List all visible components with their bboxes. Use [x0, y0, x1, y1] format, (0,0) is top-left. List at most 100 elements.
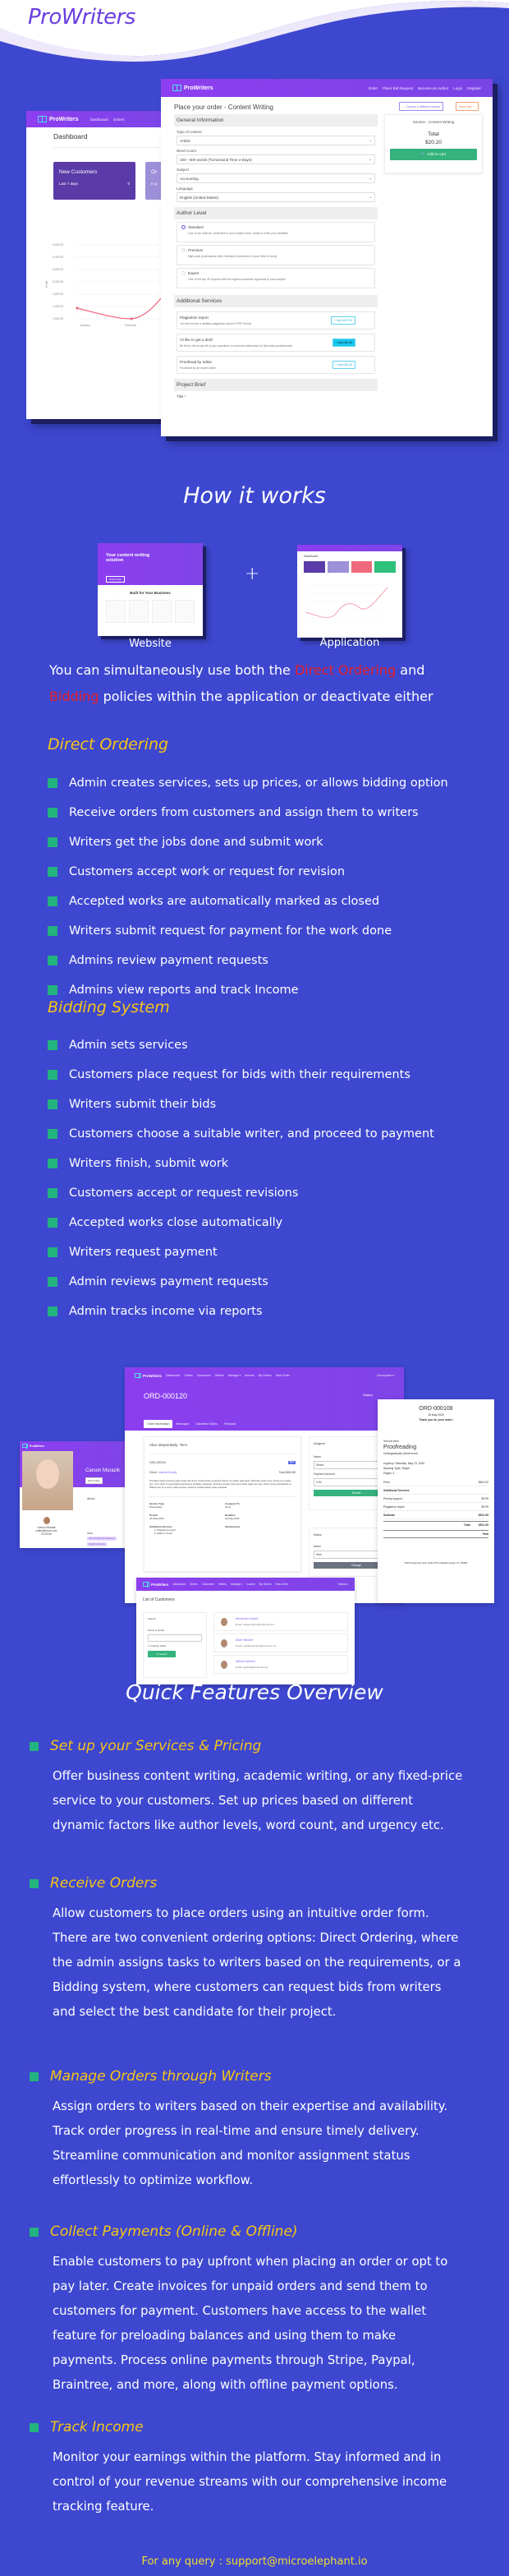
cart-icon: 🛒: [420, 152, 428, 157]
invoice-pages: Pages: 4: [383, 1472, 395, 1475]
nav-login[interactable]: Login: [453, 86, 462, 90]
chevron-down-icon: ⌄: [369, 176, 372, 180]
nav-writers[interactable]: Writers: [218, 1583, 227, 1586]
feature-title: Track Income: [50, 2419, 144, 2435]
tab-financial[interactable]: Financial: [221, 1420, 239, 1428]
customer-email: Email: deckow.afton@example.com: [236, 1623, 275, 1626]
bidding-system-list: Admin sets services Customers place reque…: [48, 1030, 434, 1326]
radio-selected-icon[interactable]: [181, 225, 186, 230]
nav-orders[interactable]: Orders: [184, 1374, 193, 1377]
tab-messages[interactable]: Messages: [172, 1420, 192, 1428]
customer-name-link[interactable]: Allan Steuber: [236, 1638, 276, 1642]
search-heading: Search: [148, 1617, 156, 1620]
direct-ordering-item: Accepted works are automatically marked …: [48, 887, 448, 916]
bullet-square-icon: [48, 896, 57, 906]
word-count-select[interactable]: 100 - 500 words (Turnaround Time 2 Days)…: [177, 154, 375, 164]
feature-description: Assign orders to writers based on their …: [53, 2099, 448, 2187]
additional-services-heading: Additional Services: [174, 295, 378, 307]
nav-manage[interactable]: Manage ▾: [231, 1583, 242, 1586]
profile-photo: [22, 1451, 73, 1510]
view-cart-button[interactable]: View Cart →: [456, 102, 479, 111]
add-proofread-button[interactable]: + Add $6.06: [332, 361, 355, 369]
radio-icon[interactable]: [181, 271, 186, 276]
stat-card: [327, 561, 349, 573]
direct-ordering-title: Direct Ordering: [48, 735, 169, 753]
invoice-screenshot: ORD-000108 18 May 2020 Thank you for you…: [378, 1399, 494, 1603]
service-name: Proofread by editor: [180, 360, 213, 364]
nav-order[interactable]: Order: [369, 86, 378, 90]
subject-select[interactable]: Accounting ⌄: [177, 173, 375, 183]
inactive-users-checkbox[interactable]: ☐ Inactive Users: [148, 1644, 202, 1647]
nav-new-order[interactable]: New Order: [276, 1583, 288, 1586]
bidding-system-item: Writers request payment: [48, 1237, 434, 1267]
nav-customers[interactable]: Customers: [197, 1374, 211, 1377]
book-icon: [135, 1373, 141, 1379]
order-info-card: Alice desperately: 'he's. ORD-000120 New …: [144, 1436, 301, 1572]
customer-name-link[interactable]: Alexander Hauck: [236, 1617, 275, 1620]
feature-title: Collect Payments (Online & Offline): [50, 2223, 298, 2240]
nav-register[interactable]: Register: [467, 86, 481, 90]
profit-line: [76, 283, 174, 320]
order-summary: Service : Content Writing Total $20.20 🛒…: [384, 114, 483, 173]
search-input[interactable]: [148, 1634, 202, 1642]
add-plagiarism-button[interactable]: + Add $29.99: [330, 316, 355, 325]
radio-icon[interactable]: [181, 248, 186, 253]
nav-manage[interactable]: Manage ▾: [228, 1374, 241, 1377]
nav-writers[interactable]: Writers: [215, 1374, 224, 1377]
author-level-expert[interactable]: Expert One of the top 30 experts with th…: [177, 268, 375, 288]
x-tick: February: [125, 324, 136, 327]
user-menu[interactable]: Concepcion ▾: [377, 1374, 394, 1377]
bullet-square-icon: [48, 808, 57, 818]
intro-highlight-direct: Direct Ordering: [294, 662, 397, 678]
nav-customers[interactable]: Customers: [202, 1583, 214, 1586]
customer-row[interactable]: Allan Steuber Email: matilde.damore@examp…: [213, 1634, 348, 1652]
chevron-down-icon: ⌄: [369, 195, 372, 199]
tab-submitted-works[interactable]: Submitted Works: [192, 1420, 221, 1428]
nav-orders[interactable]: Orders: [113, 118, 125, 122]
invoice-address: 518 Frederique Glen Suite 675 Chaddborou…: [404, 1561, 468, 1564]
search-icon: ⚲: [156, 1652, 158, 1656]
language-select[interactable]: English (United States) ⌄: [177, 192, 375, 202]
edit-profile-button[interactable]: Edit Profile: [85, 1477, 103, 1484]
invoice-total-row: Total $521.90: [383, 1521, 488, 1527]
nav-dashboard[interactable]: Dashboard: [166, 1374, 180, 1377]
nav-my-orders[interactable]: My Orders: [259, 1374, 272, 1377]
stat-card: [374, 561, 396, 573]
nav-income[interactable]: Income: [246, 1583, 254, 1586]
quick-features-title: Quick Features Overview: [126, 1680, 383, 1704]
nav-income[interactable]: Income: [245, 1374, 254, 1377]
choose-service-button[interactable]: ← Choose a different service: [399, 102, 444, 111]
nav-new-order[interactable]: New Order: [276, 1374, 290, 1377]
nav-place-bid[interactable]: Place Bid Request: [383, 86, 413, 90]
customers-navbar: ProWriters Dashboard Orders Customers Wr…: [136, 1578, 355, 1591]
nav-dashboard[interactable]: Dashboard: [90, 118, 108, 122]
bullet-square-icon: [48, 1218, 57, 1228]
y-tick: 5,000.00: [53, 280, 63, 283]
nav-become-author[interactable]: Become an Author: [418, 86, 448, 90]
client-link[interactable]: Alverta Dooley: [158, 1471, 177, 1474]
add-to-cart-button[interactable]: 🛒 Add to cart: [390, 149, 477, 160]
nav-orders[interactable]: Orders: [190, 1583, 198, 1586]
list-item-text: Accepted works close automatically: [69, 1216, 283, 1229]
customer-row[interactable]: Alexander Hauck Email: deckow.afton@examp…: [213, 1612, 348, 1631]
order-page-title: Place your order - Content Writing: [174, 104, 273, 111]
add-draft-button[interactable]: + Add $4.04: [332, 339, 355, 347]
user-menu[interactable]: Shania ▾: [338, 1583, 348, 1586]
level-name: Premium: [188, 248, 204, 252]
field-label: Subject: [177, 168, 190, 172]
customer-row[interactable]: Althea Kshlerin Email: jayde30@example.or…: [213, 1655, 348, 1674]
author-level-standard[interactable]: Standard One of our authors, proficient …: [177, 222, 375, 242]
author-level-premium[interactable]: Premium High-rank professional with exte…: [177, 245, 375, 265]
direct-ordering-item: Admins review payment requests: [48, 946, 448, 975]
type-of-content-select[interactable]: Article ⌄: [177, 136, 375, 145]
list-item-text: Customers place request for bids with th…: [69, 1068, 410, 1081]
customer-name-link[interactable]: Althea Kshlerin: [236, 1660, 268, 1663]
nav-my-orders[interactable]: My Orders: [259, 1583, 272, 1586]
service-draft: I'd like to get a draft Be first in line …: [177, 334, 375, 352]
bidding-system-title: Bidding System: [48, 998, 170, 1016]
tab-order-information[interactable]: Order Information: [144, 1420, 173, 1428]
bullet-square-icon: [30, 1878, 39, 1888]
how-it-works-title: How it works: [183, 483, 326, 509]
nav-dashboard[interactable]: Dashboard: [172, 1583, 186, 1586]
search-button[interactable]: ⚲ Search: [148, 1651, 176, 1657]
